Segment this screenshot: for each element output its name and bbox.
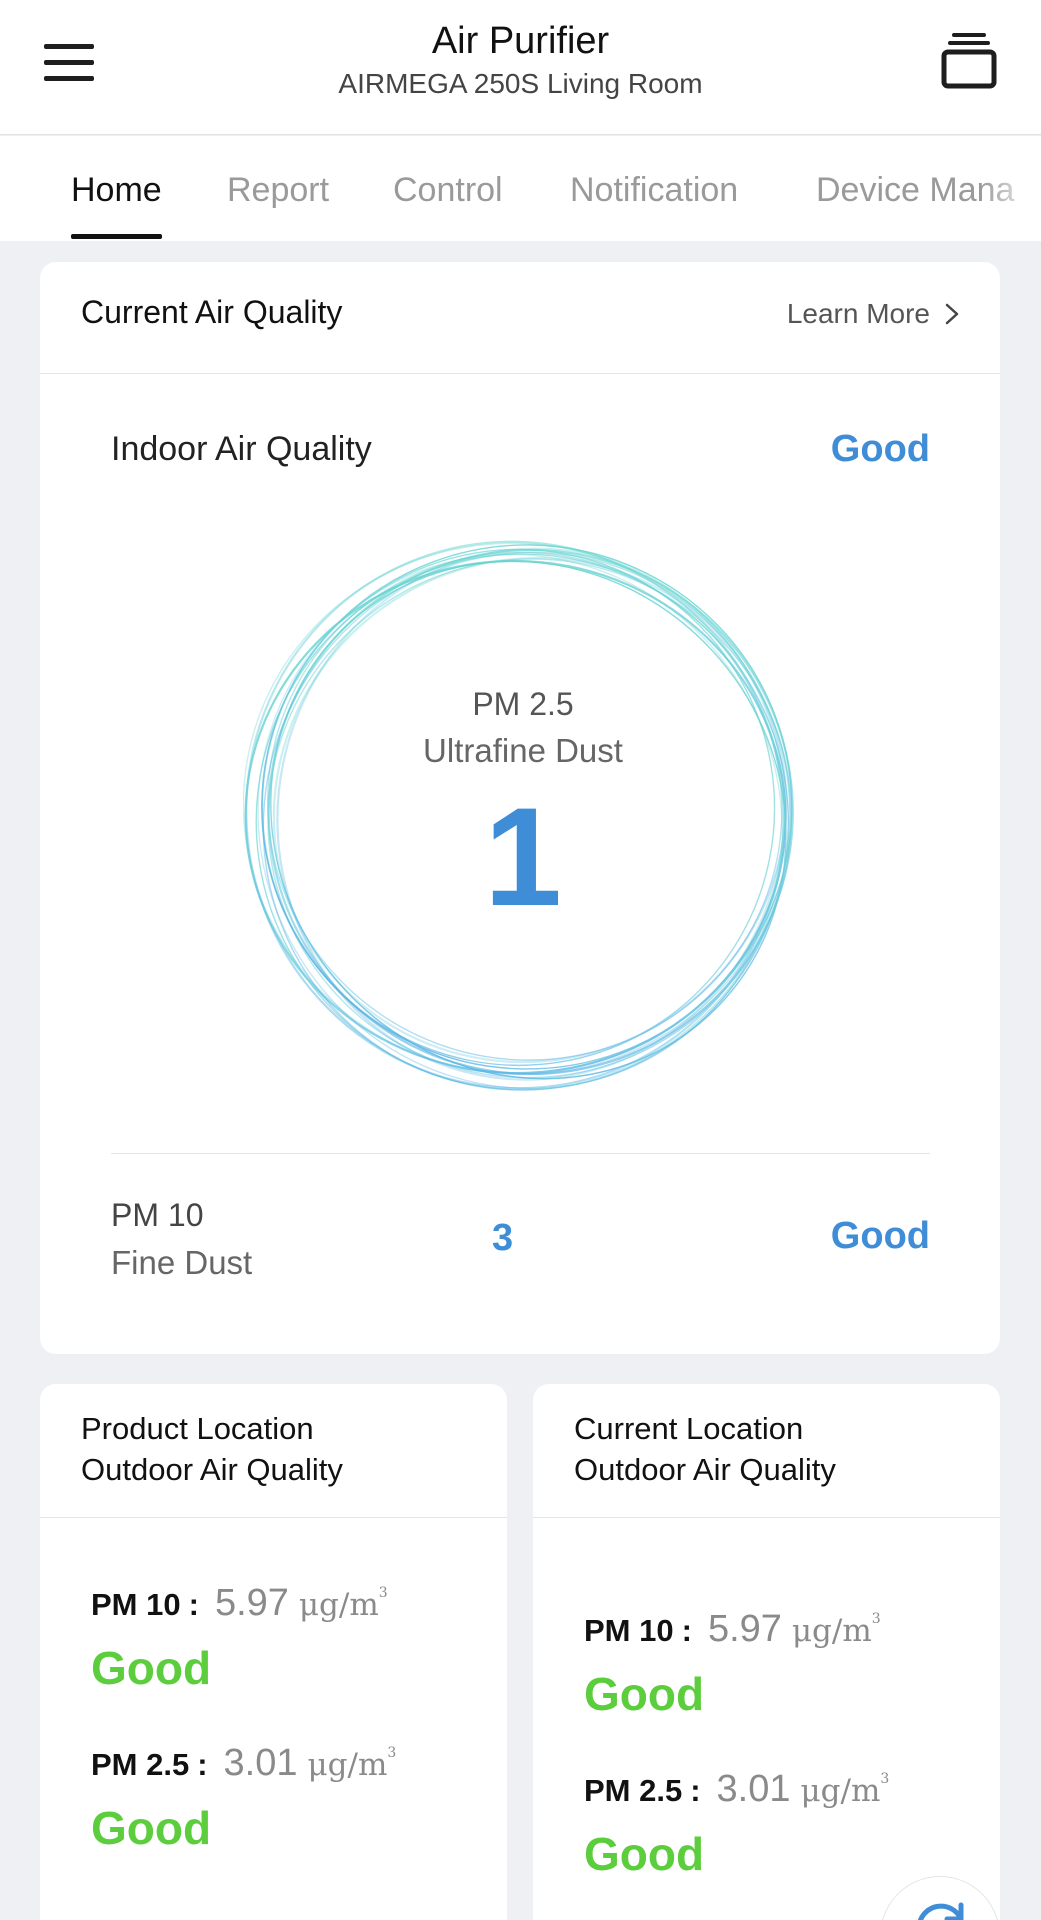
metric-value: 5.97	[214, 1582, 289, 1624]
card-title: Current Location Outdoor Air Quality	[574, 1408, 836, 1490]
metric-status: Good	[584, 1668, 705, 1720]
tab-report[interactable]: Report	[227, 136, 329, 241]
card-header: Product Location Outdoor Air Quality	[40, 1384, 507, 1518]
device-subtitle: AIRMEGA 250S Living Room	[338, 68, 703, 99]
pm25-sublabel: Ultrafine Dust	[423, 732, 623, 769]
metric-colon: :	[681, 1613, 692, 1648]
card-title-line2: Outdoor Air Quality	[574, 1452, 836, 1487]
metric-colon: :	[690, 1773, 701, 1808]
pm10-label: PM 10	[111, 1197, 204, 1233]
page-title: Air Purifier	[431, 20, 610, 62]
refresh-icon	[917, 1902, 964, 1920]
metric-status: Good	[91, 1642, 212, 1694]
card-title: Current Air Quality	[81, 294, 343, 330]
indoor-air-quality-label: Indoor Air Quality	[111, 430, 372, 468]
metric-unit: μg/m3	[791, 1611, 881, 1649]
outdoor-pm10-metric: PM 10 : 5.97 μg/m3 Good	[91, 1582, 388, 1695]
learn-more-label: Learn More	[786, 298, 930, 329]
outdoor-pm10-metric: PM 10 : 5.97 μg/m3 Good	[584, 1608, 881, 1721]
metric-colon: :	[188, 1587, 199, 1622]
card-header: Current Location Outdoor Air Quality	[533, 1384, 1000, 1518]
card-title-line2: Outdoor Air Quality	[81, 1452, 343, 1487]
pm10-value: 3	[492, 1217, 514, 1259]
pm10-sublabel: Fine Dust	[111, 1244, 253, 1281]
current-location-outdoor-card[interactable]: Current Location Outdoor Air Quality PM …	[533, 1384, 1000, 1920]
device-stack-icon[interactable]	[940, 30, 1000, 92]
metric-unit: μg/m3	[298, 1585, 388, 1623]
pm25-label: PM 2.5	[472, 686, 574, 722]
metric-colon: :	[197, 1747, 208, 1782]
divider	[111, 1153, 930, 1154]
outdoor-pm25-metric: PM 2.5 : 3.01 μg/m3 Good	[91, 1742, 396, 1855]
metric-label: PM 2.5	[584, 1773, 683, 1808]
tab-control[interactable]: Control	[393, 136, 503, 241]
metric-unit: μg/m3	[307, 1745, 397, 1783]
card-title-line1: Product Location	[81, 1411, 314, 1446]
metric-value: 3.01	[716, 1768, 791, 1810]
card-header: Current Air Quality Learn More	[40, 262, 1000, 374]
card-title-line1: Current Location	[574, 1411, 804, 1446]
metric-unit: μg/m3	[800, 1771, 890, 1809]
card-title: Product Location Outdoor Air Quality	[81, 1408, 343, 1490]
pm10-status: Good	[830, 1215, 930, 1257]
tab-bar: Home Report Control Notification Device …	[0, 136, 1041, 241]
app-header: Air Purifier AIRMEGA 250S Living Room	[0, 0, 1041, 135]
title-block: Air Purifier AIRMEGA 250S Living Room	[0, 18, 1041, 102]
metric-status: Good	[91, 1802, 212, 1854]
learn-more-link[interactable]: Learn More	[787, 298, 960, 330]
product-location-outdoor-card[interactable]: Product Location Outdoor Air Quality PM …	[40, 1384, 507, 1920]
metric-label: PM 2.5	[91, 1747, 190, 1782]
tab-home[interactable]: Home	[71, 136, 162, 241]
metric-label: PM 10	[91, 1587, 181, 1622]
metric-value: 3.01	[223, 1742, 298, 1784]
metric-status: Good	[584, 1828, 705, 1880]
outdoor-pm25-metric: PM 2.5 : 3.01 μg/m3 Good	[584, 1768, 889, 1881]
current-air-quality-card: Current Air Quality Learn More Indoor Ai…	[40, 262, 1000, 1354]
tab-notification[interactable]: Notification	[570, 136, 738, 241]
air-quality-ring: PM 2.5 Ultrafine Dust 1	[242, 534, 803, 1094]
tab-device-management[interactable]: Device Mana	[816, 136, 1014, 241]
metric-value: 5.97	[707, 1608, 782, 1650]
chevron-right-icon	[945, 303, 959, 325]
indoor-status: Good	[830, 428, 930, 470]
metric-label: PM 10	[584, 1613, 674, 1648]
pm25-value: 1	[484, 778, 562, 935]
